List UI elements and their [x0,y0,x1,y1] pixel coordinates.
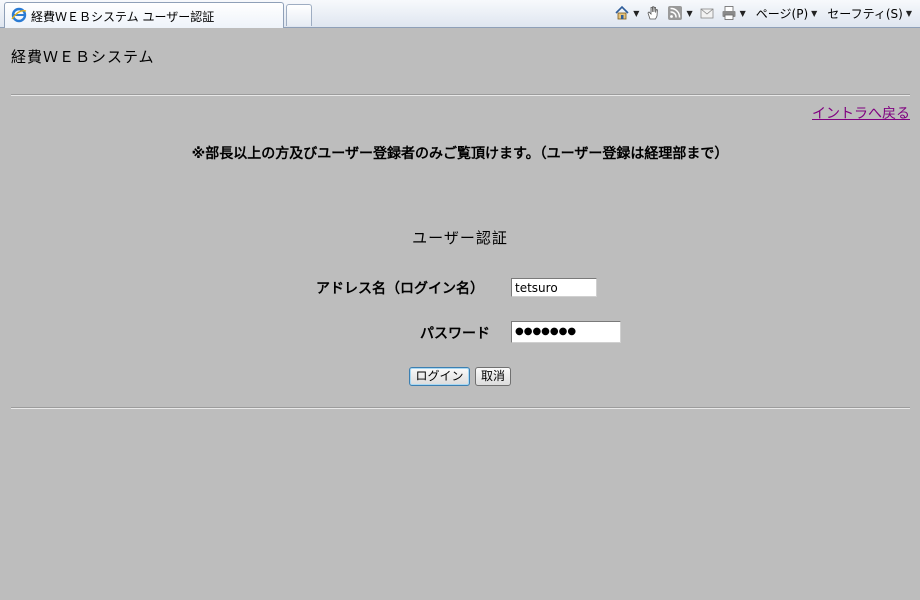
feeds-button[interactable]: ▼ [667,5,693,21]
bottom-divider [11,407,910,409]
login-button[interactable]: ログイン [409,367,470,386]
access-notice: ※部長以上の方及びユーザー登録者のみご覧頂けます。（ユーザー登録は経理部まで） [191,146,729,162]
hand-icon [645,5,661,21]
ie-page-icon [11,7,27,23]
cancel-button[interactable]: 取消 [475,367,511,386]
address-name-input[interactable] [511,278,597,297]
app-title: 経費ＷＥＢシステム [11,48,155,66]
mail-icon [699,5,715,21]
print-icon [721,5,737,21]
back-to-intranet-link[interactable]: イントラへ戻る [812,103,910,123]
new-tab-button[interactable] [286,4,312,26]
tab-title: 経費ＷＥＢシステム ユーザー認証 [31,10,215,24]
chevron-down-icon: ▼ [811,8,818,18]
chevron-down-icon[interactable]: ▼ [686,9,692,18]
password-label: パスワード [420,326,490,342]
chevron-down-icon[interactable]: ▼ [633,9,639,18]
password-input[interactable]: ●●●●●●● [511,321,621,343]
page-menu-button[interactable]: ページ(P) ▼ [752,5,818,22]
page-menu-label: ページ(P) [755,6,809,21]
browser-chrome: 経費ＷＥＢシステム ユーザー認証 ▼ ▼ ▼ ページ(P) ▼ セーフティ(S)… [0,0,920,28]
top-divider [11,94,910,96]
rss-feed-icon [667,5,683,21]
address-name-label: アドレス名（ログイン名） [316,281,484,297]
chevron-down-icon: ▼ [905,8,912,18]
hand-button[interactable] [645,5,661,21]
safety-menu-button[interactable]: セーフティ(S) ▼ [823,5,912,22]
home-icon [614,5,630,21]
home-button[interactable]: ▼ [614,5,639,21]
auth-heading: ユーザー認証 [412,229,508,247]
mail-button[interactable] [699,5,715,21]
command-bar: ▼ ▼ ▼ ページ(P) ▼ セーフティ(S) ▼ [608,3,912,23]
safety-menu-label: セーフティ(S) [827,6,903,21]
print-button[interactable]: ▼ [721,5,746,21]
chevron-down-icon[interactable]: ▼ [740,9,746,18]
browser-tab-active[interactable]: 経費ＷＥＢシステム ユーザー認証 [4,2,284,28]
